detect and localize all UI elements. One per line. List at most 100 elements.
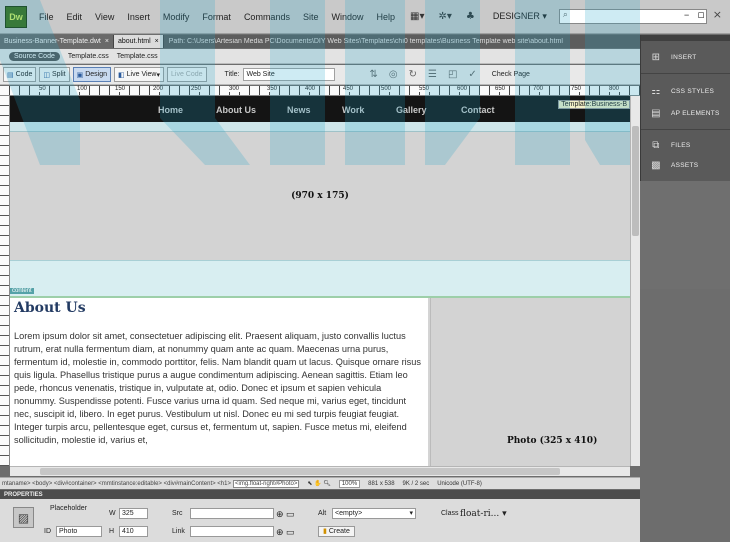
class-value: float-ri...	[460, 509, 500, 519]
ruler-mark: 250	[190, 86, 203, 92]
title-input[interactable]: Web Site	[243, 68, 336, 81]
title-label: Title:	[224, 71, 240, 78]
panel-grip[interactable]	[641, 35, 730, 41]
alt-label: Alt	[318, 510, 327, 517]
menu-view[interactable]: View	[95, 12, 114, 22]
ap-elements-icon: ▤	[651, 107, 661, 119]
menu-insert[interactable]: Insert	[127, 12, 150, 22]
refresh-icon[interactable]: ↻	[409, 69, 417, 80]
main-content[interactable]: About Us Lorem ipsum dolor sit amet, con…	[10, 298, 428, 466]
height-label: H	[109, 528, 115, 535]
design-canvas[interactable]: Home About Us News Work Gallery Contact …	[10, 96, 630, 466]
src-field[interactable]	[190, 508, 274, 519]
close-tab-icon[interactable]: ×	[155, 38, 159, 45]
nav-about[interactable]: About Us	[216, 105, 256, 115]
link-field[interactable]	[190, 526, 274, 537]
alt-select[interactable]: <empty> ▾	[332, 508, 416, 519]
validate-icon[interactable]: ✓	[468, 69, 476, 80]
live-code-button[interactable]: Live Code	[167, 67, 207, 82]
horizontal-scrollbar[interactable]	[10, 466, 630, 476]
ruler-mark: 700	[532, 86, 545, 92]
zoom-select[interactable]: 100%	[338, 479, 361, 488]
panel-insert[interactable]: ⊞ INSERT	[641, 47, 730, 67]
design-view-button[interactable]: ▣ Design	[72, 67, 112, 82]
extend-icon[interactable]: ✲▾	[438, 11, 451, 22]
menu-file[interactable]: File	[39, 12, 54, 22]
files-icon: ⧉	[652, 139, 660, 151]
ruler-mark: 350	[266, 86, 279, 92]
code-view-button[interactable]: ▤ Code	[3, 67, 37, 82]
panel-label: FILES	[671, 141, 691, 149]
nav-home[interactable]: Home	[158, 105, 183, 115]
related-file[interactable]: Template.css	[68, 53, 109, 60]
ruler-mark: 300	[228, 86, 241, 92]
scroll-thumb[interactable]	[40, 468, 560, 475]
window-size[interactable]: 881 x 538	[368, 481, 394, 487]
tab-about[interactable]: about.html ×	[113, 35, 164, 48]
menu-bar: Dw File Edit View Insert Modify Format C…	[0, 0, 730, 34]
panel-css-styles[interactable]: ⚏ CSS STYLES	[641, 81, 730, 101]
source-code-button[interactable]: Source Code	[9, 51, 60, 61]
live-view-label: Live View	[126, 71, 157, 78]
photo-placeholder[interactable]: Photo (325 x 410)	[430, 298, 630, 466]
tab-label: Business-Banner-Template.dwt	[4, 38, 101, 45]
dreamweaver-logo: Dw	[5, 5, 27, 28]
design-icon: ▣	[76, 71, 84, 79]
layout-icon[interactable]: ▦▾	[410, 11, 424, 22]
menu-help[interactable]: Help	[376, 12, 395, 22]
workspace-switcher[interactable]: DESIGNER ▾	[493, 11, 547, 22]
ruler-mark: 400	[304, 86, 317, 92]
nav-contact[interactable]: Contact	[461, 105, 495, 115]
select-tool-icon[interactable]: ⬉ ✋ 🔍︎	[307, 480, 330, 487]
check-page-button[interactable]: Check Page	[492, 71, 530, 78]
browse-folder-icon[interactable]: ⊕ ▭	[276, 527, 295, 538]
related-file[interactable]: Template.css	[117, 53, 158, 60]
tab-label: about.html	[117, 38, 151, 45]
menu-commands[interactable]: Commands	[244, 12, 290, 22]
tag-selector-path[interactable]: mtaname> <body> <div#container> <mmtinst…	[2, 481, 231, 487]
nav-gallery[interactable]: Gallery	[396, 105, 427, 115]
panel-files[interactable]: ⧉ FILES	[641, 135, 730, 155]
nav-work[interactable]: Work	[342, 105, 364, 115]
menu-format[interactable]: Format	[202, 12, 231, 22]
split-icon: ◫	[43, 71, 50, 79]
site-icon[interactable]: ♣	[466, 11, 475, 22]
height-field[interactable]: 410	[119, 526, 148, 537]
document-tabs: Business-Banner-Template.dwt × about.html…	[0, 35, 640, 48]
close-tab-icon[interactable]: ×	[105, 38, 109, 45]
file-management-icon[interactable]: ⇅	[369, 69, 377, 80]
close-icon[interactable]: ×	[713, 8, 722, 21]
menu-modify[interactable]: Modify	[163, 12, 190, 22]
maximize-icon[interactable]: ▫	[697, 8, 704, 21]
panel-ap-elements[interactable]: ▤ AP ELEMENTS	[641, 103, 730, 123]
point-to-file-icon[interactable]: ⊕ ▭	[276, 509, 295, 520]
split-view-button[interactable]: ◫ Split	[39, 67, 70, 82]
header-strip	[10, 122, 630, 132]
menu-edit[interactable]: Edit	[67, 12, 83, 22]
create-button[interactable]: ▮ Create	[318, 526, 355, 537]
properties-header[interactable]: PROPERTIES	[0, 490, 640, 499]
design-label: Design	[85, 71, 108, 78]
selected-tag[interactable]: <img.float-right#Photo>	[232, 479, 300, 488]
nav-news[interactable]: News	[287, 105, 311, 115]
ruler-mark: 800	[608, 86, 621, 92]
visual-aids-icon[interactable]: ◰	[448, 69, 457, 80]
live-view-button[interactable]: ◧ Live View ▾	[114, 67, 165, 82]
panel-assets[interactable]: ▩ ASSETS	[641, 155, 730, 175]
menu-window[interactable]: Window	[331, 12, 363, 22]
ruler-mark: 650	[494, 86, 507, 92]
template-badge: Template:Business-B	[558, 100, 630, 109]
menu-site[interactable]: Site	[303, 12, 319, 22]
file-path: Path: C:\Users\Artesian Media PC\Documen…	[168, 38, 563, 45]
view-options-icon[interactable]: ☰	[428, 69, 437, 80]
preview-browser-icon[interactable]: ◎	[389, 69, 398, 80]
scroll-thumb[interactable]	[632, 126, 639, 236]
minimize-icon[interactable]: –	[684, 8, 690, 21]
width-field[interactable]: 325	[119, 508, 148, 519]
class-select[interactable]: float-ri... ▾	[460, 509, 507, 519]
id-field[interactable]: Photo	[56, 526, 102, 537]
banner-placeholder[interactable]: (970 x 175)	[10, 132, 630, 260]
editable-region-strip	[10, 260, 630, 296]
vertical-scrollbar[interactable]	[630, 96, 640, 466]
tab-business-banner[interactable]: Business-Banner-Template.dwt ×	[0, 35, 114, 48]
